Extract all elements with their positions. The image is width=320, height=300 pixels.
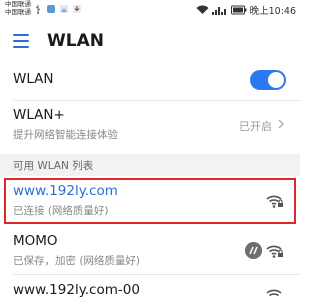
wlan-label: WLAN bbox=[13, 71, 54, 87]
hd-speed-icon bbox=[245, 242, 262, 259]
network-item[interactable]: www.192ly.com-00 bbox=[0, 275, 300, 300]
menu-icon[interactable] bbox=[13, 34, 29, 48]
network-ssid: MOMO bbox=[13, 233, 58, 249]
toggle-knob bbox=[268, 72, 284, 88]
available-networks-header: 可用 WLAN 列表 bbox=[0, 154, 300, 176]
network-item-saved[interactable]: MOMO 已保存，加密 (网络质量好) bbox=[0, 226, 300, 272]
battery-icon bbox=[230, 5, 247, 15]
clock: 晚上10:46 bbox=[249, 6, 296, 17]
status-icons-right: 晚上10:46 bbox=[196, 3, 296, 17]
notification-app-icon bbox=[47, 5, 55, 13]
download-icon bbox=[73, 5, 81, 13]
chevron-right-icon bbox=[278, 119, 284, 129]
network-status: 已保存，加密 (网络质量好) bbox=[13, 255, 141, 267]
wlan-toggle[interactable] bbox=[250, 70, 286, 90]
status-bar: 中国联通 中国联通 晚上10:46 bbox=[0, 0, 300, 20]
selection-highlight bbox=[4, 178, 296, 224]
wlan-plus-label: WLAN+ bbox=[13, 107, 65, 123]
toolbar: WLAN bbox=[0, 22, 300, 62]
signal-icon bbox=[211, 7, 226, 15]
status-icons-left bbox=[33, 4, 82, 14]
wlan-plus-description: 提升网络智能连接体验 bbox=[13, 129, 118, 141]
wifi-status-icon bbox=[196, 5, 209, 14]
wifi-locked-icon bbox=[266, 289, 282, 297]
usb-icon bbox=[35, 5, 41, 14]
carrier-labels: 中国联通 中国联通 bbox=[5, 0, 31, 16]
page-title: WLAN bbox=[47, 31, 104, 51]
wlan-plus-status: 已开启 bbox=[239, 120, 272, 133]
wlan-toggle-row[interactable]: WLAN bbox=[0, 62, 300, 98]
section-label: 可用 WLAN 列表 bbox=[13, 160, 94, 172]
gallery-app-icon bbox=[60, 5, 68, 13]
wifi-locked-icon bbox=[266, 245, 283, 258]
carrier-2: 中国联通 bbox=[5, 7, 31, 16]
network-ssid: www.192ly.com-00 bbox=[13, 282, 140, 298]
wlan-plus-row[interactable]: WLAN+ 提升网络智能连接体验 已开启 bbox=[0, 101, 300, 153]
